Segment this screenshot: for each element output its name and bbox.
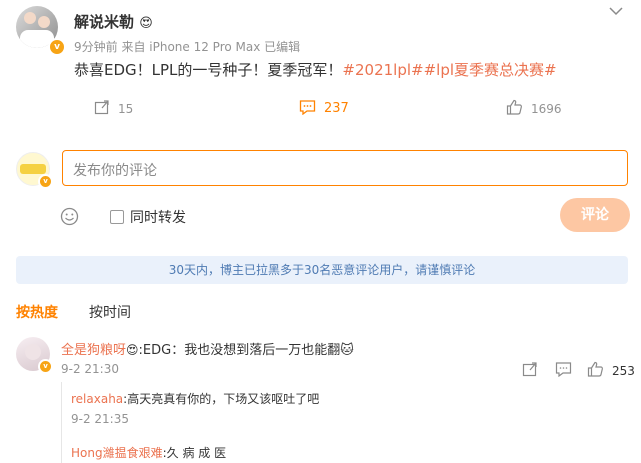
avatar-face <box>24 12 36 24</box>
repost-button[interactable]: 15 <box>94 99 133 118</box>
cat-emoji-icon: 🐱 <box>340 343 354 358</box>
author-name[interactable]: 解说米勒 😍 <box>74 11 153 32</box>
comment-button[interactable]: 237 <box>299 99 349 118</box>
comment-like-count: 253 <box>612 363 635 378</box>
comment-input[interactable]: 发布你的评论 <box>62 150 628 186</box>
commenter-name[interactable]: 全是狗粮呀 <box>61 343 126 358</box>
submit-comment-button[interactable]: 评论 <box>560 198 630 232</box>
avatar-logo <box>20 164 46 174</box>
comment-input-placeholder: 发布你的评论 <box>73 163 157 179</box>
repost-icon <box>94 99 110 118</box>
like-count: 1696 <box>531 101 562 116</box>
reply-item: Hong濰揾食艰难:久 病 成 医 <box>71 442 226 461</box>
thumbs-up-icon <box>587 361 604 380</box>
tab-by-time[interactable]: 按时间 <box>89 302 131 322</box>
blacklist-notice: 30天内，博主已拉黑多于30名恶意评论用户，请谨慎评论 <box>16 256 628 284</box>
post-text: 恭喜EDG！LPL的一号种子！夏季冠军！ <box>74 61 343 79</box>
verified-badge-icon: v <box>38 359 53 374</box>
reply-author[interactable]: relaxaha <box>71 392 123 406</box>
verified-badge-icon: v <box>48 38 66 56</box>
comment-time: 9-2 21:30 <box>61 362 119 376</box>
comment-count: 237 <box>324 101 349 116</box>
thumbs-up-icon <box>506 99 523 118</box>
avatar-face <box>25 344 41 360</box>
reply-time: 9-2 21:35 <box>71 412 129 426</box>
heart-eyes-emoji-icon: 😍 <box>139 16 153 31</box>
heart-eyes-emoji-icon: 😍 <box>126 343 139 357</box>
reply-text: :高天亮真有你的，下场又该呕吐了吧 <box>123 392 320 406</box>
author-name-text[interactable]: 解说米勒 <box>74 13 134 31</box>
comment-reply-icon[interactable] <box>555 361 572 381</box>
emoji-picker-icon[interactable] <box>60 207 79 226</box>
comment-text: :EDG：我也没想到落后一万也能翻 <box>138 343 341 358</box>
post-hashtag-link[interactable]: #2021lpl##lpl夏季赛总决赛# <box>342 61 556 79</box>
checkbox-icon[interactable] <box>110 210 124 224</box>
comment-like-button[interactable]: 253 <box>587 361 635 380</box>
reply-item: relaxaha:高天亮真有你的，下场又该呕吐了吧 <box>71 388 319 407</box>
repost-count: 15 <box>118 101 134 116</box>
comment-line: 全是狗粮呀😍:EDG：我也没想到落后一万也能翻🐱 <box>61 339 354 358</box>
post-content: 恭喜EDG！LPL的一号种子！夏季冠军！#2021lpl##lpl夏季赛总决赛# <box>74 59 557 80</box>
reply-text: :久 病 成 医 <box>162 446 227 460</box>
tab-by-hot[interactable]: 按热度 <box>16 302 58 322</box>
post-meta: 9分钟前 来自 iPhone 12 Pro Max 已编辑 <box>74 40 301 54</box>
verified-badge-icon: v <box>38 174 53 189</box>
post-menu-chevron-icon[interactable] <box>608 2 624 16</box>
comment-repost-icon[interactable] <box>522 361 538 381</box>
comment-icon <box>299 99 316 118</box>
avatar-face <box>38 16 50 28</box>
like-button[interactable]: 1696 <box>506 99 562 118</box>
reply-thread: relaxaha:高天亮真有你的，下场又该呕吐了吧 9-2 21:35 Hong… <box>61 382 628 463</box>
repost-too-checkbox[interactable]: 同时转发 <box>110 207 186 227</box>
repost-too-label: 同时转发 <box>130 210 186 226</box>
reply-author[interactable]: Hong濰揾食艰难 <box>71 446 163 460</box>
